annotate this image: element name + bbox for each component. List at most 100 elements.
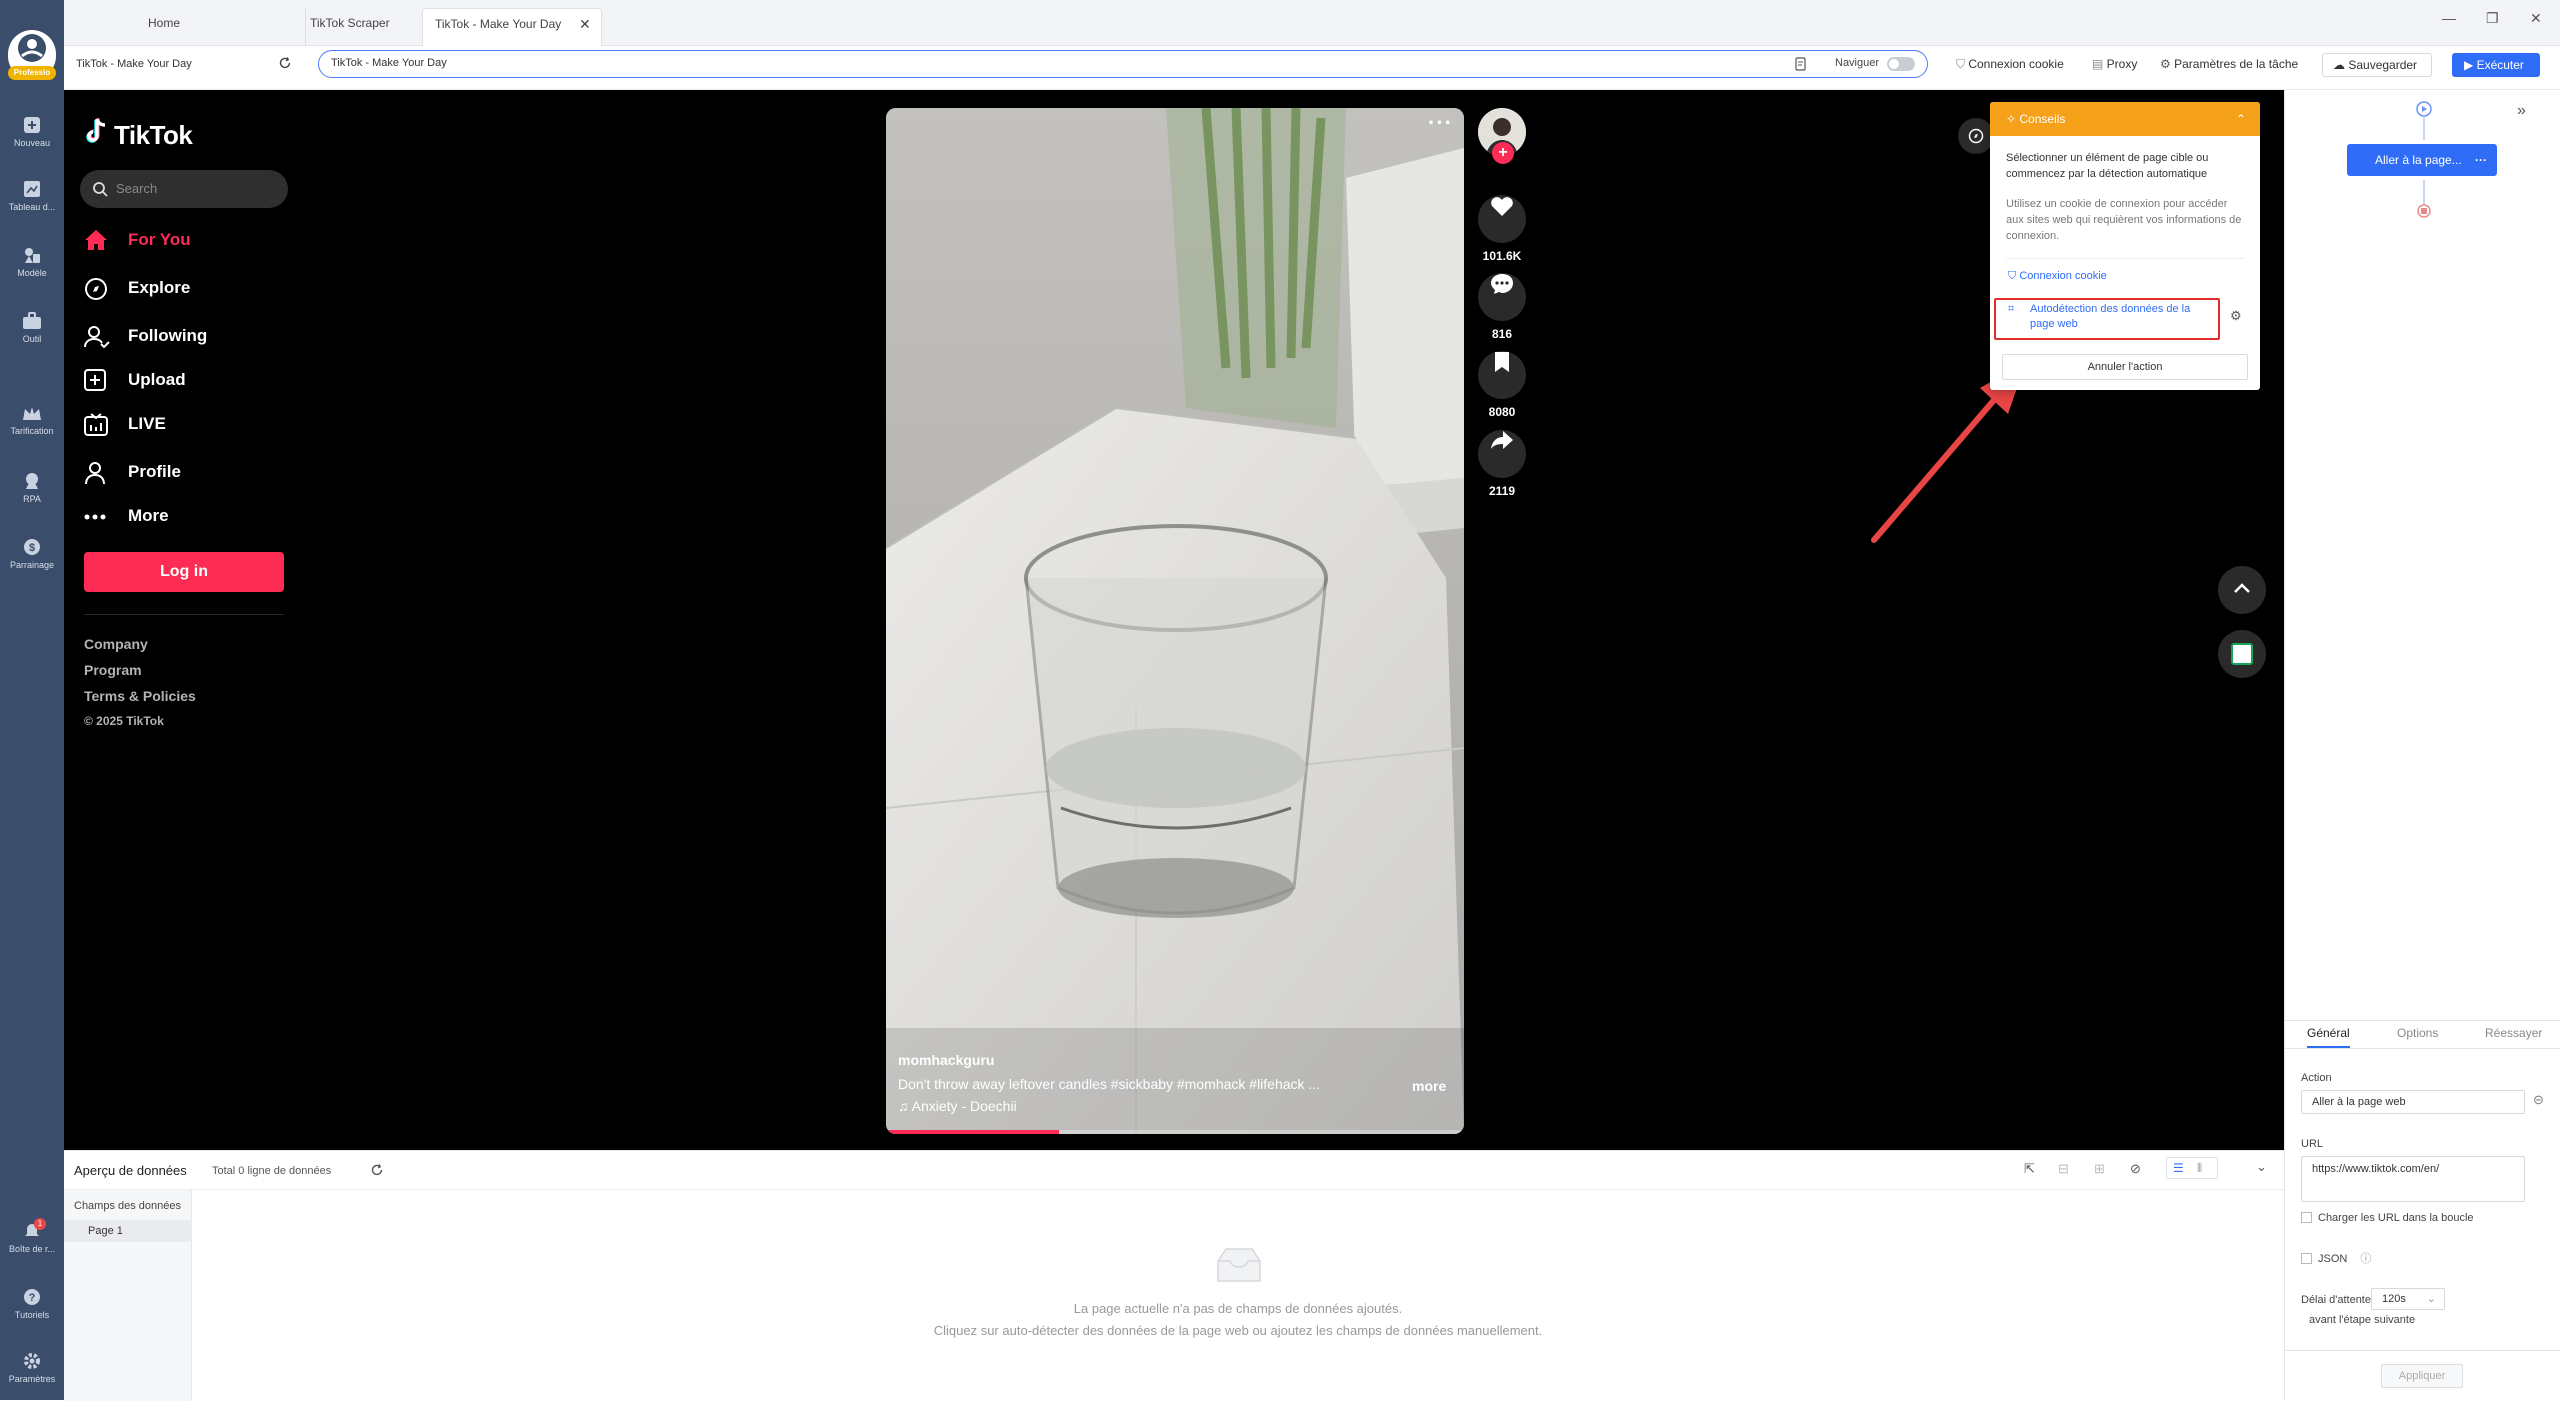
like-button[interactable]: 101.6K [1478,182,1526,263]
explore-floating-button[interactable] [1958,118,1994,154]
caption-more-link[interactable]: more [1412,1078,1446,1094]
nav-upload[interactable]: Upload [84,364,186,396]
scroll-up-button[interactable] [2218,566,2266,614]
footer-terms[interactable]: Terms & Policies [84,688,196,704]
loop-urls-option[interactable]: Charger les URL dans la boucle [2301,1212,2474,1224]
expand-panel-icon[interactable]: ⌄ [2256,1159,2267,1175]
view-toggle[interactable]: ☰ ⫴ [2166,1157,2218,1179]
nav-following[interactable]: Following [84,320,207,352]
reload-icon[interactable] [278,56,292,70]
rail-item-settings[interactable]: Paramètres [0,1352,64,1384]
nav-profile[interactable]: Profile [84,456,181,488]
node-menu-icon[interactable]: ··· [2475,144,2487,176]
list-view-icon[interactable]: ☰ [2173,1161,2184,1175]
clear-filter-icon[interactable]: ⊘ [2130,1161,2141,1177]
page-action-icon[interactable] [1795,57,1807,71]
rail-item-tool[interactable]: Outil [0,312,64,344]
video-progress-track[interactable] [886,1130,1464,1134]
export-icon[interactable]: ⇱ [2024,1161,2035,1177]
tab-retry[interactable]: Réessayer [2485,1026,2542,1040]
cancel-action-button[interactable]: Annuler l'action [2002,354,2248,380]
follow-plus-icon[interactable]: + [1492,142,1514,164]
divider [84,614,284,615]
video-player[interactable]: ··· momhackguru Don't throw away leftove… [886,108,1464,1134]
collapse-icon[interactable]: ⌃ [2236,102,2246,136]
rail-item-inbox[interactable]: Boîte de r... 1 [0,1218,64,1254]
comment-button[interactable]: 816 [1478,260,1526,341]
rail-item-referral[interactable]: $ Parrainage [0,538,64,570]
rail-item-dashboard[interactable]: Tableau d... [0,180,64,212]
footer-company[interactable]: Company [84,636,148,652]
collapse-panel-icon[interactable]: » [2517,102,2526,120]
run-button[interactable]: ▶ Exécuter [2452,53,2540,77]
filter-b-icon[interactable]: ⊞ [2094,1161,2105,1177]
tab-general[interactable]: Général [2307,1026,2350,1048]
cookie-login-button[interactable]: ⛉ Connexion cookie [1956,57,2064,72]
column-view-icon[interactable]: ⫴ [2197,1161,2202,1176]
video-options-icon[interactable]: ··· [1428,110,1453,136]
nav-explore[interactable]: Explore [84,272,190,304]
login-button[interactable]: Log in [84,552,284,592]
comment-icon [1491,274,1513,294]
robot-icon [26,473,38,489]
url-input[interactable]: TikTok - Make Your Day Naviguer [318,50,1928,78]
refresh-icon[interactable] [370,1163,384,1177]
restore-icon[interactable]: ❐ [2486,10,2499,27]
proxy-button[interactable]: ▤ Proxy [2092,57,2137,71]
data-preview-title: Aperçu de données [74,1163,187,1178]
info-icon[interactable]: ⓘ [2360,1253,2371,1265]
template-icon [25,248,40,263]
filter-a-icon[interactable]: ⊟ [2058,1161,2069,1177]
more-icon [84,514,106,520]
rail-item-rpa[interactable]: RPA [0,472,64,504]
json-option[interactable]: JSON ⓘ [2301,1250,2371,1266]
action-field[interactable]: Aller à la page web [2301,1090,2525,1114]
plus-square-icon [24,117,40,133]
footer-program[interactable]: Program [84,662,142,678]
tips-cookie-link[interactable]: ⛉ Connexion cookie [2008,270,2107,283]
nav-more[interactable]: More [84,500,169,532]
save-button[interactable]: ☁ Sauvegarder [2322,53,2432,77]
tiktok-search-input[interactable]: Search [80,170,288,208]
action-label: Action [2301,1072,2332,1084]
wait-select[interactable]: 120s ⌄ [2371,1288,2445,1310]
rail-item-new[interactable]: Nouveau [0,116,64,148]
minimize-icon[interactable]: — [2442,10,2456,26]
nav-for-you[interactable]: For You [84,224,191,256]
plan-badge: Professio [8,66,56,80]
chevron-down-icon: ⌄ [2426,1293,2436,1305]
apply-button[interactable]: Appliquer [2381,1364,2463,1388]
url-field[interactable]: https://www.tiktok.com/en/ [2301,1156,2525,1202]
wait-suffix: avant l'étape suivante [2309,1314,2416,1326]
data-preview-panel: Aperçu de données Total 0 ligne de donné… [64,1150,2284,1401]
autodetect-settings-icon[interactable]: ⚙ [2230,308,2242,324]
action-more-icon[interactable]: ⊝ [2533,1092,2544,1108]
rail-item-pricing[interactable]: Tarification [0,406,64,436]
tab-options[interactable]: Options [2397,1026,2438,1040]
share-button[interactable]: 2119 [1478,416,1526,498]
compass-small-icon [1968,128,1984,144]
task-settings-button[interactable]: ⚙ Paramètres de la tâche [2160,57,2298,71]
loop-checkbox[interactable] [2301,1212,2312,1223]
page-1-item[interactable]: Page 1 [64,1220,192,1242]
rail-item-tutorials[interactable]: ? Tutoriels [0,1288,64,1320]
tab-make-your-day[interactable]: TikTok - Make Your Day ✕ [422,8,602,46]
nav-live[interactable]: LIVE [84,408,166,440]
rail-item-template[interactable]: Modèle [0,246,64,278]
json-checkbox[interactable] [2301,1253,2312,1264]
tab-home[interactable]: Home [136,8,306,46]
video-author[interactable]: momhackguru [898,1052,994,1068]
square-icon [2231,643,2253,665]
help-icon: ? [24,1289,40,1305]
empty-inbox-icon [1217,1248,1261,1282]
download-app-button[interactable] [2218,630,2266,678]
video-music[interactable]: ♫ Anxiety - Doechii [898,1098,1017,1114]
autodetect-link[interactable]: ⌗ Autodétection des données de la page w… [2008,302,2214,332]
tips-popup: ✧ Conseils ⌃ Sélectionner un élément de … [1990,102,2260,390]
close-tab-icon[interactable]: ✕ [579,9,591,39]
window-close-icon[interactable]: ✕ [2530,10,2542,27]
cloud-icon: ☁ [2333,58,2349,72]
browse-toggle[interactable] [1887,57,1915,71]
save-video-button[interactable]: 8080 [1478,338,1526,419]
workflow-node-goto-page[interactable]: Aller à la page... ··· [2347,144,2497,176]
